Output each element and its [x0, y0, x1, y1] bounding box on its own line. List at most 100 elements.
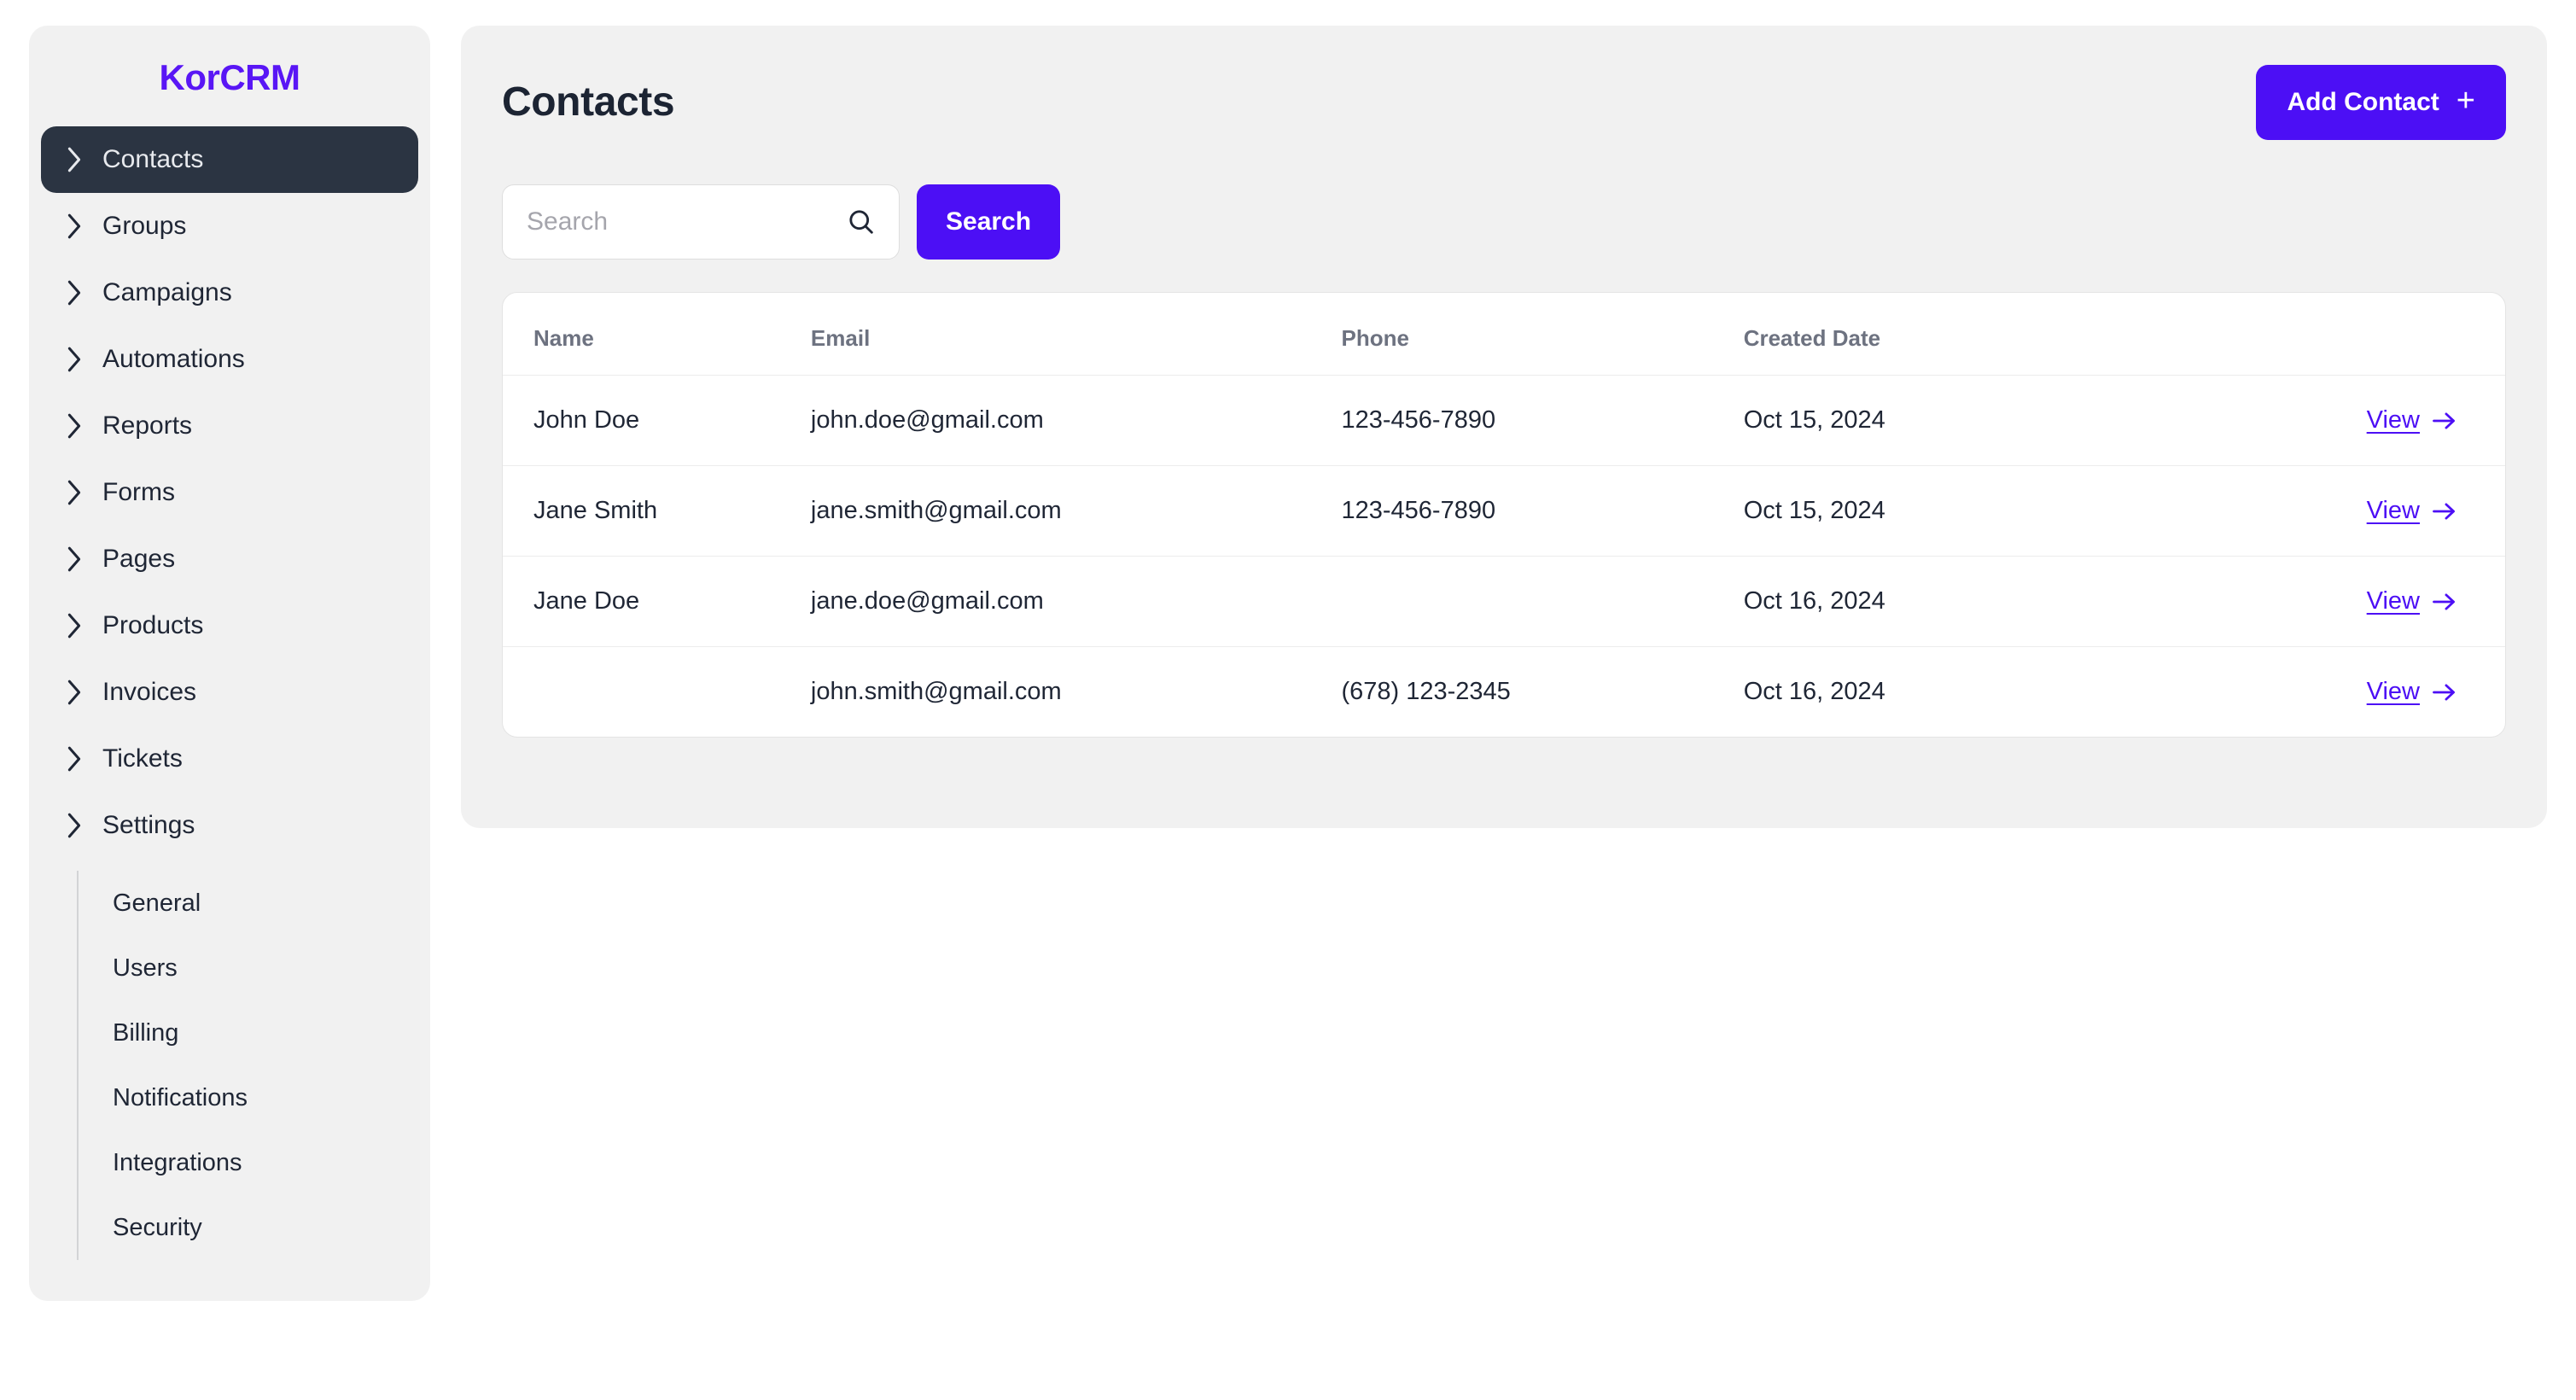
chevron-right-icon [65, 146, 84, 173]
cell-phone: (678) 123-2345 [1341, 678, 1511, 705]
arrow-right-icon [2432, 682, 2457, 703]
cell-name: John Doe [503, 375, 811, 466]
sidebar-subitem-users[interactable]: Users [79, 936, 430, 1000]
chevron-right-icon [65, 346, 84, 373]
view-link-label: View [2366, 587, 2420, 615]
contacts-table-card: Name Email Phone Created Date John Doe jo… [502, 292, 2506, 738]
cell-email: john.smith@gmail.com [810, 678, 1062, 705]
search-button[interactable]: Search [917, 184, 1061, 260]
sidebar-item-settings[interactable]: Settings [41, 792, 418, 859]
table-row: Jane Smith jane.smith@gmail.com 123-456-78… [503, 465, 2505, 557]
table-row: Jane Doe jane.doe@gmail.com Oct 16, 2024 Vi… [503, 556, 2505, 647]
view-link[interactable]: View [2367, 499, 2457, 523]
page-title: Contacts [502, 79, 675, 125]
cell-phone: 123-456-7890 [1341, 375, 1744, 466]
arrow-right-icon [2432, 501, 2457, 522]
cell-created-date: Oct 16, 2024 [1743, 678, 1885, 705]
sidebar-item-label: Campaigns [102, 278, 232, 306]
search-box[interactable] [502, 184, 916, 260]
cell-name [503, 647, 811, 738]
cell-actions: View [2136, 465, 2505, 557]
sidebar: KorCRM Contacts Groups Campaigns Automation… [29, 26, 430, 1301]
table-body: John Doe john.doe@gmail.com 123-456-7890 Oc… [503, 375, 2505, 738]
cell-created-date: Oct 15, 2024 [1743, 375, 2137, 466]
table-row: john.smith@gmail.com (678) 123-2345 Oct 16… [503, 647, 2505, 738]
chevron-right-icon [65, 745, 84, 773]
view-link[interactable]: View [2367, 408, 2457, 433]
cell-phone [1341, 556, 1744, 647]
table-row: John Doe john.doe@gmail.com 123-456-7890 Oc… [503, 375, 2505, 466]
cell-email: jane.doe@gmail.com [810, 556, 1342, 647]
plus-icon: + [2456, 83, 2475, 119]
sidebar-item-invoices[interactable]: Invoices [41, 659, 418, 726]
cell-actions: View [2136, 375, 2505, 466]
sidebar-subitem-general[interactable]: General [79, 871, 430, 936]
sidebar-nav: Contacts Groups Campaigns Automations Report… [29, 126, 430, 1260]
sidebar-item-contacts[interactable]: Contacts [41, 126, 418, 193]
add-contact-button[interactable]: Add Contact + [2256, 65, 2506, 140]
column-header-actions [2136, 293, 2505, 376]
chevron-right-icon [65, 213, 84, 240]
sidebar-item-forms[interactable]: Forms [41, 459, 418, 526]
sidebar-item-label: Pages [102, 545, 176, 573]
sidebar-item-label: Products [102, 611, 204, 639]
chevron-right-icon [65, 612, 84, 639]
chevron-right-icon [65, 279, 84, 306]
view-link-label: View [2366, 406, 2420, 434]
sidebar-item-products[interactable]: Products [41, 592, 418, 659]
chevron-right-icon [65, 479, 84, 506]
cell-actions: View [2136, 556, 2505, 647]
sidebar-item-campaigns[interactable]: Campaigns [41, 260, 418, 326]
sidebar-item-label: Groups [102, 212, 187, 240]
app-root: KorCRM Contacts Groups Campaigns Automation… [0, 0, 2576, 1400]
table-header-row: Name Email Phone Created Date [503, 293, 2505, 376]
sidebar-item-label: Contacts [102, 145, 204, 173]
sidebar-item-label: Settings [102, 811, 195, 839]
search-icon[interactable] [846, 207, 877, 237]
sidebar-item-label: Automations [102, 345, 245, 373]
add-contact-label: Add Contact [2287, 88, 2439, 116]
cell-created-date: Oct 15, 2024 [1743, 465, 2137, 557]
column-header-created-date: Created Date [1743, 293, 2137, 376]
arrow-right-icon [2432, 592, 2457, 612]
sidebar-item-label: Invoices [102, 678, 197, 706]
view-link[interactable]: View [2367, 589, 2457, 614]
app-logo: KorCRM [159, 57, 300, 97]
chevron-right-icon [65, 412, 84, 440]
view-link[interactable]: View [2367, 680, 2457, 704]
arrow-right-icon [2432, 411, 2457, 431]
table-head: Name Email Phone Created Date [503, 293, 2505, 376]
sidebar-item-label: Tickets [102, 744, 183, 773]
contacts-table: Name Email Phone Created Date John Doe jo… [503, 293, 2505, 737]
cell-created-date: Oct 16, 2024 [1743, 556, 2137, 647]
search-row: Search [502, 184, 2506, 260]
cell-name: Jane Smith [503, 465, 811, 557]
sidebar-item-groups[interactable]: Groups [41, 193, 418, 260]
cell-phone: 123-456-7890 [1341, 465, 1744, 557]
sidebar-subitem-integrations[interactable]: Integrations [79, 1130, 430, 1195]
sidebar-item-tickets[interactable]: Tickets [41, 726, 418, 792]
sidebar-item-label: Reports [102, 411, 193, 440]
sidebar-item-pages[interactable]: Pages [41, 526, 418, 592]
view-link-label: View [2366, 678, 2420, 705]
cell-email: john.doe@gmail.com [810, 375, 1342, 466]
chevron-right-icon [65, 545, 84, 573]
main-panel: Contacts Add Contact + Search Search Nam… [461, 26, 2547, 828]
column-header-name: Name [503, 293, 811, 376]
column-header-phone: Phone [1341, 293, 1744, 376]
sidebar-item-automations[interactable]: Automations [41, 326, 418, 393]
sidebar-subitem-notifications[interactable]: Notifications [79, 1065, 430, 1130]
cell-email: jane.smith@gmail.com [810, 465, 1342, 557]
column-header-email: Email [810, 293, 1342, 376]
settings-submenu: General Users Billing Notifications Integrat… [77, 871, 430, 1260]
sidebar-subitem-security[interactable]: Security [79, 1195, 430, 1260]
page-header: Contacts Add Contact + [502, 65, 2506, 140]
cell-name: Jane Doe [503, 556, 811, 647]
sidebar-subitem-billing[interactable]: Billing [79, 1000, 430, 1065]
view-link-label: View [2366, 497, 2420, 524]
chevron-right-icon [65, 679, 84, 706]
sidebar-item-reports[interactable]: Reports [41, 393, 418, 459]
sidebar-item-label: Forms [102, 478, 175, 506]
cell-actions: View [2137, 647, 2505, 738]
chevron-right-icon [65, 812, 84, 839]
